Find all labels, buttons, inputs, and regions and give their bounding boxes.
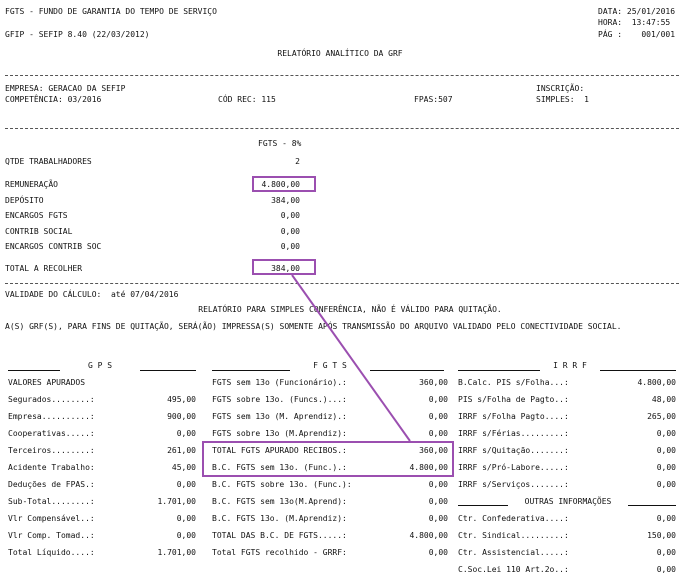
- highlight-connector-line: [291, 274, 411, 442]
